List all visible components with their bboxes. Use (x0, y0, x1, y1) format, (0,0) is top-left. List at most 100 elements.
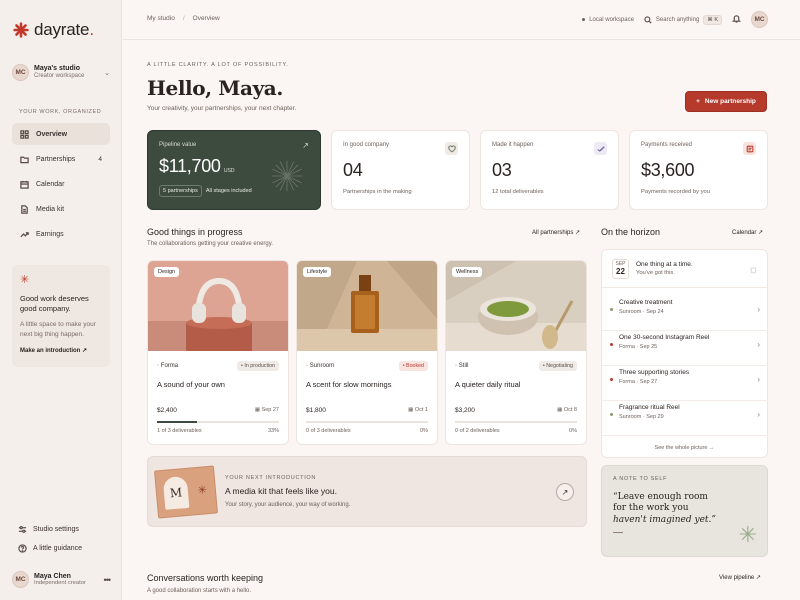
status-badge: • Booked (398, 361, 428, 371)
media-kit-illustration: M ✳ (154, 465, 218, 519)
note-eyebrow: A NOTE TO SELF (613, 476, 668, 482)
chevron-right-icon: › (757, 410, 760, 419)
card-category-tag: Design (154, 267, 180, 277)
sparkle-icon: ✳ (197, 484, 208, 497)
monogram: M (162, 475, 190, 510)
top-actions: Local workspace Search anything ⌘ K MC (582, 11, 768, 28)
promo-text: A little space to make your next big thi… (20, 321, 96, 338)
card-percent: 33% (267, 427, 279, 434)
item-title: Three supporting stories (619, 369, 690, 376)
bell-icon (731, 15, 742, 23)
studio-settings-link[interactable]: Studio settings (18, 520, 113, 539)
pipeline-value-card[interactable]: Pipeline value ↗ $11,700 USD 5 partnershi… (147, 130, 321, 210)
horizon-head-title: One thing at a time. (636, 261, 693, 269)
folder-icon (20, 156, 29, 163)
sidebar-section-label: YOUR WORK, ORGANIZED (19, 109, 102, 115)
workspace-indicator[interactable]: Local workspace (582, 17, 634, 23)
item-title: Fragrance ritual Reel (619, 404, 680, 411)
made-sub: 12 total deliverables (492, 189, 544, 195)
chevron-right-icon: › (757, 375, 760, 384)
more-icon[interactable]: ••• (104, 575, 112, 585)
media-kit-intro-banner[interactable]: M ✳ YOUR NEXT INTRODUCTION A media kit t… (147, 456, 587, 527)
list-item[interactable]: Fragrance ritual Reel Sunroom · Sep 29 › (602, 401, 769, 436)
list-item[interactable]: One 30-second Instagram Reel Forma · Sep… (602, 331, 769, 366)
payments-label: Payments received (641, 142, 693, 148)
arrow-up-right-icon: ↗ (575, 230, 581, 236)
card-category-tag: Lifestyle (303, 267, 332, 277)
in-good-company-card[interactable]: In good company 04 Partnerships in the m… (331, 130, 470, 210)
chevron-down-icon: ⌄ (104, 69, 110, 77)
notifications-button[interactable] (731, 14, 742, 25)
payments-received-card[interactable]: Payments received $3,600 Payments record… (629, 130, 768, 210)
all-partnerships-link[interactable]: All partnerships ↗ (532, 229, 580, 236)
logo[interactable]: dayrate. (13, 20, 94, 40)
list-item[interactable]: Three supporting stories Forma · Sep 27 … (602, 366, 769, 401)
partnership-card-still[interactable]: Wellness Still • Negotiating A quieter d… (445, 260, 587, 445)
card-percent: 0% (569, 427, 577, 434)
brand-name: dayrate. (34, 20, 94, 39)
calendar-icon: ▦ (557, 407, 563, 413)
heart-icon (445, 142, 458, 155)
good-company-value: 04 (343, 160, 363, 180)
card-deliverables: 1 of 3 deliverables (157, 427, 202, 434)
breadcrumb-studio[interactable]: My studio (147, 15, 175, 22)
user-profile[interactable]: MC Maya Chen Independent creator ••• (12, 571, 112, 588)
partnership-card-sunroom[interactable]: Lifestyle Sunroom • Booked A scent for s… (296, 260, 438, 445)
pipeline-label: Pipeline value (159, 142, 197, 148)
avatar: MC (12, 571, 29, 588)
perfume-image: Lifestyle (297, 261, 437, 351)
top-avatar[interactable]: MC (751, 11, 768, 28)
view-pipeline-link[interactable]: View pipeline ↗ (719, 574, 761, 581)
sidebar-item-partnerships[interactable]: Partnerships 4 (12, 148, 110, 170)
intro-eyebrow: YOUR NEXT INTRODUCTION (225, 475, 317, 481)
new-partnership-button[interactable]: + New partnership (685, 91, 767, 112)
sidebar-item-label: Overview (36, 130, 68, 138)
search-icon (644, 15, 652, 24)
make-introduction-link[interactable]: Make an introduction ↗ (20, 347, 102, 354)
arrow-up-right-icon: ↗ (82, 348, 88, 355)
arrow-up-right-icon: ↗ (302, 141, 309, 150)
arrow-right-icon: → (708, 445, 715, 451)
arrow-up-right-icon: ↗ (758, 230, 764, 236)
calendar-link[interactable]: Calendar ↗ (732, 229, 763, 236)
matcha-image: Wellness (446, 261, 586, 351)
horizon-list: Creative treatment Sunroom · Sep 24 › On… (602, 296, 769, 436)
header-eyebrow: A LITTLE CLARITY. A LOT OF POSSIBILITY. (147, 62, 289, 68)
sidebar-item-media-kit[interactable]: Media kit (12, 198, 110, 220)
horizon-head-sub: You've got this. (636, 270, 675, 277)
card-brand: Forma (157, 363, 178, 369)
headphones-image: Design (148, 261, 288, 351)
deliverables-progress (306, 421, 428, 423)
sidebar-item-earnings[interactable]: Earnings (12, 223, 110, 245)
note-to-self-card: A NOTE TO SELF “Leave enough room for th… (601, 465, 768, 557)
document-icon (21, 204, 28, 214)
check-icon (594, 142, 607, 155)
see-whole-picture-link[interactable]: See the whole picture → (602, 445, 767, 451)
receipt-icon (743, 142, 756, 155)
top-bar: My studio / Overview Local workspace Sea… (123, 0, 800, 40)
progress-section-subtitle: The collaborations getting your creative… (147, 241, 273, 247)
card-amount: $3,200 (455, 407, 475, 414)
made-it-happen-card[interactable]: Made it happen 03 12 total deliverables (480, 130, 619, 210)
intro-open-button[interactable]: ↗ (556, 483, 574, 501)
card-amount: $2,400 (157, 407, 177, 414)
list-item[interactable]: Creative treatment Sunroom · Sep 24 › (602, 296, 769, 331)
horizon-today: SEP 22 One thing at a time. You've got th… (612, 259, 759, 279)
studio-switcher[interactable]: MC Maya's studio Creator workspace ⌄ (12, 64, 110, 81)
item-meta: Forma · Sep 27 (619, 379, 658, 385)
help-icon (18, 544, 27, 553)
sidebar-item-overview[interactable]: Overview (12, 123, 110, 145)
made-label: Made it happen (492, 142, 534, 148)
partnership-card-forma[interactable]: Design Forma • In production A sound of … (147, 260, 289, 445)
good-company-sub: Partnerships in the making (343, 189, 412, 195)
page-title: Hello, Maya. (147, 76, 283, 100)
user-name: Maya Chen (34, 573, 71, 580)
status-badge: • Negotiating (538, 361, 577, 371)
guidance-link[interactable]: A little guidance (18, 539, 113, 558)
sidebar-item-calendar[interactable]: Calendar (12, 173, 110, 195)
search-button[interactable]: Search anything ⌘ K (644, 14, 722, 25)
good-company-label: In good company (343, 142, 390, 148)
studio-sub: Creator workspace (34, 73, 85, 80)
intro-subtitle: Your story, your audience, your way of w… (225, 502, 351, 508)
studio-name: Maya's studio (34, 64, 81, 72)
